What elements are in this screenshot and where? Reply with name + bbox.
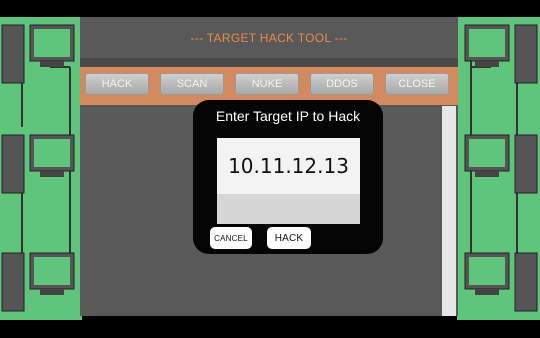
vertical-scrollbar[interactable] (442, 106, 456, 316)
hack-button[interactable]: HACK (267, 227, 311, 249)
cancel-button[interactable]: CANCEL (210, 227, 252, 249)
app-header: --- TARGET HACK TOOL --- (80, 17, 458, 58)
left-network-panel (0, 17, 82, 320)
app-title: --- TARGET HACK TOOL --- (190, 30, 348, 45)
ddos-toolbar-button[interactable]: DDOS (310, 73, 374, 95)
close-toolbar-button[interactable]: CLOSE (385, 73, 449, 95)
right-network-panel (457, 17, 540, 320)
target-ip-dialog: Enter Target IP to Hack 10.11.12.13 CANC… (193, 100, 383, 254)
computer-network-icon (464, 24, 538, 312)
dialog-title: Enter Target IP to Hack (215, 108, 361, 124)
nuke-toolbar-button[interactable]: NUKE (235, 73, 299, 95)
target-ip-input[interactable]: 10.11.12.13 (217, 138, 360, 194)
hack-toolbar-button[interactable]: HACK (85, 73, 149, 95)
scan-toolbar-button[interactable]: SCAN (160, 73, 224, 95)
ip-input-lower-area[interactable] (217, 194, 360, 224)
computer-network-icon (1, 24, 75, 312)
